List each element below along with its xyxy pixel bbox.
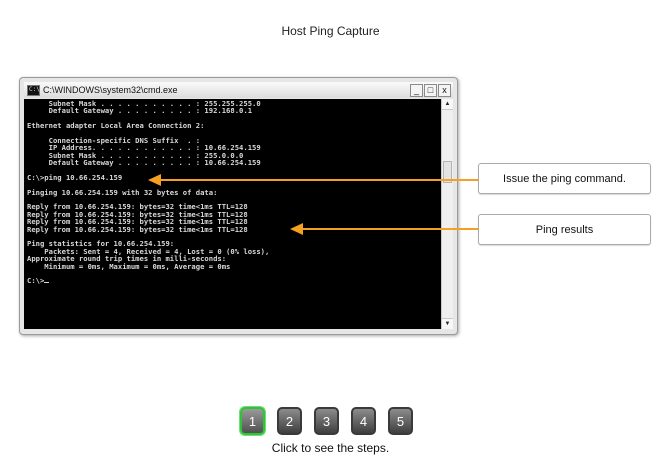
- console-line: C:\>: [27, 277, 439, 285]
- page-title: Host Ping Capture: [281, 24, 380, 38]
- console-line: Reply from 10.66.254.159: bytes=32 time<…: [27, 224, 248, 234]
- console-line: Default Gateway . . . . . . . . . : 10.6…: [27, 158, 261, 168]
- step-5-button[interactable]: 5: [388, 407, 413, 435]
- console-line: Default Gateway . . . . . . . . . : 192.…: [27, 106, 253, 116]
- scroll-thumb[interactable]: [443, 161, 452, 183]
- callout-issue-ping: Issue the ping command.: [478, 163, 651, 194]
- step-3-button[interactable]: 3: [314, 407, 339, 435]
- window-titlebar[interactable]: C:\ C:\WINDOWS\system32\cmd.exe _ □ x: [24, 82, 453, 98]
- cmd-icon: C:\: [27, 85, 40, 96]
- scroll-up-arrow-icon[interactable]: ▲: [442, 99, 453, 110]
- console-line: Ethernet adapter Local Area Connection 2…: [27, 121, 205, 131]
- console-lines: Subnet Mask . . . . . . . . . . . : 255.…: [24, 99, 441, 285]
- vertical-scrollbar[interactable]: ▲ ▼: [441, 99, 453, 329]
- maximize-button[interactable]: □: [424, 84, 437, 97]
- console-line: C:\>ping 10.66.254.159: [27, 172, 123, 182]
- close-button[interactable]: x: [438, 84, 451, 97]
- console-line: Pinging 10.66.254.159 with 32 bytes of d…: [27, 187, 218, 197]
- step-1-button[interactable]: 1: [240, 407, 265, 435]
- console-cursor: [44, 282, 50, 284]
- console-output[interactable]: Subnet Mask . . . . . . . . . . . : 255.…: [24, 99, 441, 329]
- minimize-button[interactable]: _: [410, 84, 423, 97]
- step-4-button[interactable]: 4: [351, 407, 376, 435]
- cmd-window: C:\ C:\WINDOWS\system32\cmd.exe _ □ x Su…: [19, 77, 458, 335]
- window-controls: _ □ x: [410, 84, 451, 97]
- callout-ping-results: Ping results: [478, 214, 651, 245]
- console-line: Minimum = 0ms, Maximum = 0ms, Average = …: [27, 261, 231, 271]
- scroll-down-arrow-icon[interactable]: ▼: [442, 318, 453, 329]
- step-2-button[interactable]: 2: [277, 407, 302, 435]
- steps-caption: Click to see the steps.: [271, 441, 390, 455]
- window-title: C:\WINDOWS\system32\cmd.exe: [43, 85, 178, 95]
